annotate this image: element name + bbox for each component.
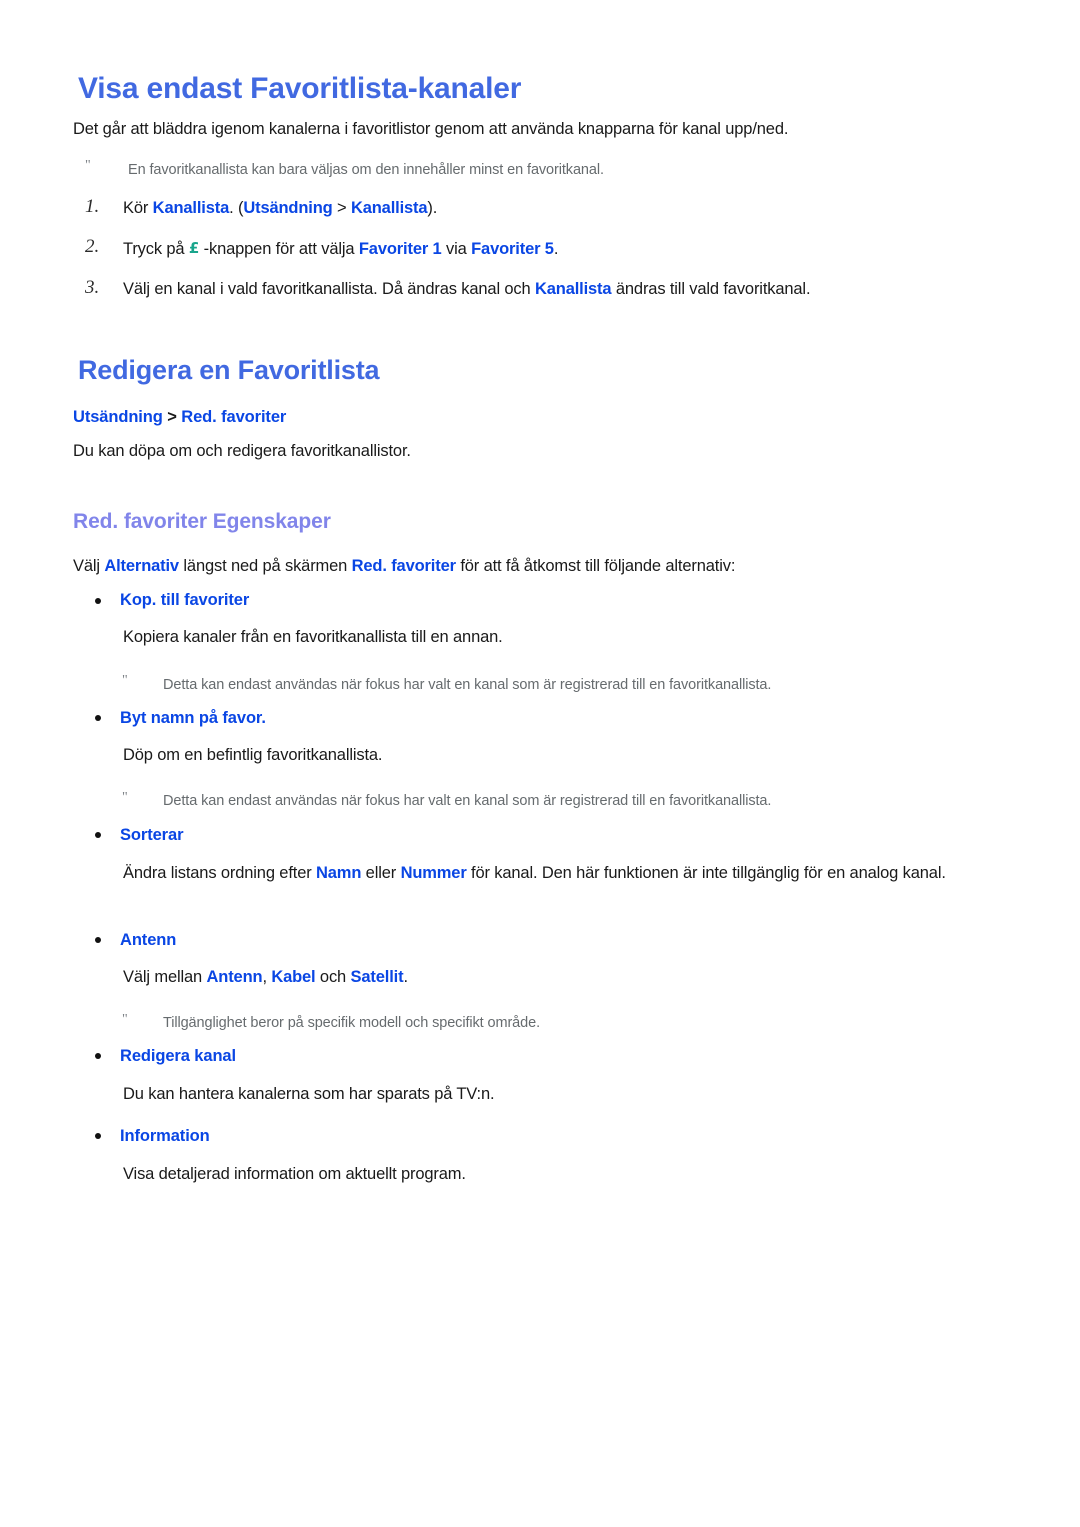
inline-menu-term: Kanallista bbox=[534, 280, 612, 298]
text-run: och bbox=[315, 968, 351, 986]
text-run: . bbox=[553, 240, 559, 258]
bullet-icon bbox=[95, 598, 101, 604]
note-marker-icon: " bbox=[122, 673, 128, 688]
section2-title: Redigera en Favoritlista bbox=[78, 355, 380, 385]
page-title: Visa endast Favoritlista-kanaler bbox=[78, 72, 522, 105]
remote-key-icon: £ bbox=[188, 239, 200, 257]
breadcrumb-item-second: Red. favoriter bbox=[181, 408, 287, 426]
step-text: Kör Kanallista. (Utsändning > Kanallista… bbox=[123, 197, 1023, 220]
inline-menu-term: Antenn bbox=[206, 968, 263, 986]
inline-menu-term: Satellit bbox=[350, 968, 404, 986]
step-number: 3. bbox=[85, 277, 100, 298]
bullet-icon bbox=[95, 1133, 101, 1139]
text-run: via bbox=[441, 240, 472, 258]
section1-note: En favoritkanallista kan bara väljas om … bbox=[128, 162, 604, 178]
option-note: Detta kan endast användas när fokus har … bbox=[163, 677, 772, 693]
inline-menu-term: Alternativ bbox=[104, 557, 179, 575]
option-label: Kop. till favoriter bbox=[120, 591, 250, 609]
text-run: Kopiera kanaler från en favoritkanallist… bbox=[123, 628, 503, 646]
subsection-title: Red. favoriter Egenskaper bbox=[73, 510, 331, 533]
inline-menu-term: Kanallista bbox=[152, 199, 230, 217]
text-run: Kör bbox=[123, 199, 153, 217]
option-label: Information bbox=[120, 1127, 210, 1145]
option-label: Byt namn på favor. bbox=[120, 709, 266, 727]
breadcrumb: Utsändning > Red. favoriter bbox=[73, 408, 286, 427]
text-run: Välj en kanal i vald favoritkanallista. … bbox=[123, 280, 535, 298]
text-run: -knappen för att välja bbox=[199, 240, 359, 258]
option-description: Döp om en befintlig favoritkanallista. bbox=[123, 744, 1023, 767]
text-run: längst ned på skärmen bbox=[178, 557, 352, 575]
inline-menu-term: Namn bbox=[316, 864, 362, 882]
option-description: Visa detaljerad information om aktuellt … bbox=[123, 1163, 1023, 1186]
text-run: > bbox=[332, 199, 351, 217]
inline-menu-term: Utsändning bbox=[243, 199, 333, 217]
note-marker-icon: " bbox=[122, 1012, 128, 1027]
note-marker-icon: " bbox=[85, 158, 91, 173]
text-run: för att få åtkomst till följande alterna… bbox=[455, 557, 736, 575]
section2-intro: Du kan döpa om och redigera favoritkanal… bbox=[73, 442, 411, 460]
bullet-icon bbox=[95, 715, 101, 721]
option-note: Detta kan endast användas när fokus har … bbox=[163, 793, 772, 809]
inline-menu-term: Kabel bbox=[271, 968, 316, 986]
text-run: Ändra listans ordning efter bbox=[123, 864, 316, 882]
bullet-icon bbox=[95, 1053, 101, 1059]
inline-menu-term: Favoriter 5 bbox=[471, 240, 554, 258]
option-description: Välj mellan Antenn, Kabel och Satellit. bbox=[123, 966, 1023, 989]
inline-menu-term: Favoriter 1 bbox=[358, 240, 442, 258]
step-number: 2. bbox=[85, 236, 100, 257]
step-text: Tryck på £ -knappen för att välja Favori… bbox=[123, 237, 1023, 261]
text-run: ). bbox=[427, 199, 438, 217]
text-run: Visa detaljerad information om aktuellt … bbox=[123, 1165, 466, 1183]
bullet-icon bbox=[95, 832, 101, 838]
text-run: Välj mellan bbox=[123, 968, 207, 986]
text-run: . ( bbox=[229, 199, 244, 217]
document-page: Visa endast Favoritlista-kanaler Det går… bbox=[0, 0, 1080, 1527]
text-run: eller bbox=[361, 864, 401, 882]
step-text: Välj en kanal i vald favoritkanallista. … bbox=[123, 278, 1023, 301]
breadcrumb-separator: > bbox=[162, 408, 182, 426]
breadcrumb-item-first: Utsändning bbox=[73, 408, 163, 426]
option-description: Ändra listans ordning efter Namn eller N… bbox=[123, 862, 1013, 885]
section1-intro: Det går att bläddra igenom kanalerna i f… bbox=[73, 120, 789, 138]
options-lead-text: Välj Alternativ längst ned på skärmen Re… bbox=[73, 555, 1013, 578]
inline-menu-term: Nummer bbox=[400, 864, 467, 882]
inline-menu-term: Red. favoriter bbox=[351, 557, 456, 575]
option-description: Kopiera kanaler från en favoritkanallist… bbox=[123, 626, 1023, 649]
option-description: Du kan hantera kanalerna som har sparats… bbox=[123, 1083, 1023, 1106]
option-label: Sorterar bbox=[120, 826, 184, 844]
step-number: 1. bbox=[85, 196, 100, 217]
option-label: Redigera kanal bbox=[120, 1047, 236, 1065]
option-label: Antenn bbox=[120, 931, 177, 949]
text-run: Döp om en befintlig favoritkanallista. bbox=[123, 746, 383, 764]
option-note: Tillgänglighet beror på specifik modell … bbox=[163, 1015, 540, 1031]
text-run: Välj bbox=[73, 557, 105, 575]
text-run: . bbox=[403, 968, 408, 986]
bullet-icon bbox=[95, 937, 101, 943]
note-marker-icon: " bbox=[122, 790, 128, 805]
text-run: Tryck på bbox=[123, 240, 189, 258]
text-run: för kanal. Den här funktionen är inte ti… bbox=[466, 864, 946, 882]
text-run: , bbox=[262, 968, 272, 986]
inline-menu-term: Kanallista bbox=[350, 199, 428, 217]
text-run: Du kan hantera kanalerna som har sparats… bbox=[123, 1085, 495, 1103]
text-run: ändras till vald favoritkanal. bbox=[611, 280, 811, 298]
